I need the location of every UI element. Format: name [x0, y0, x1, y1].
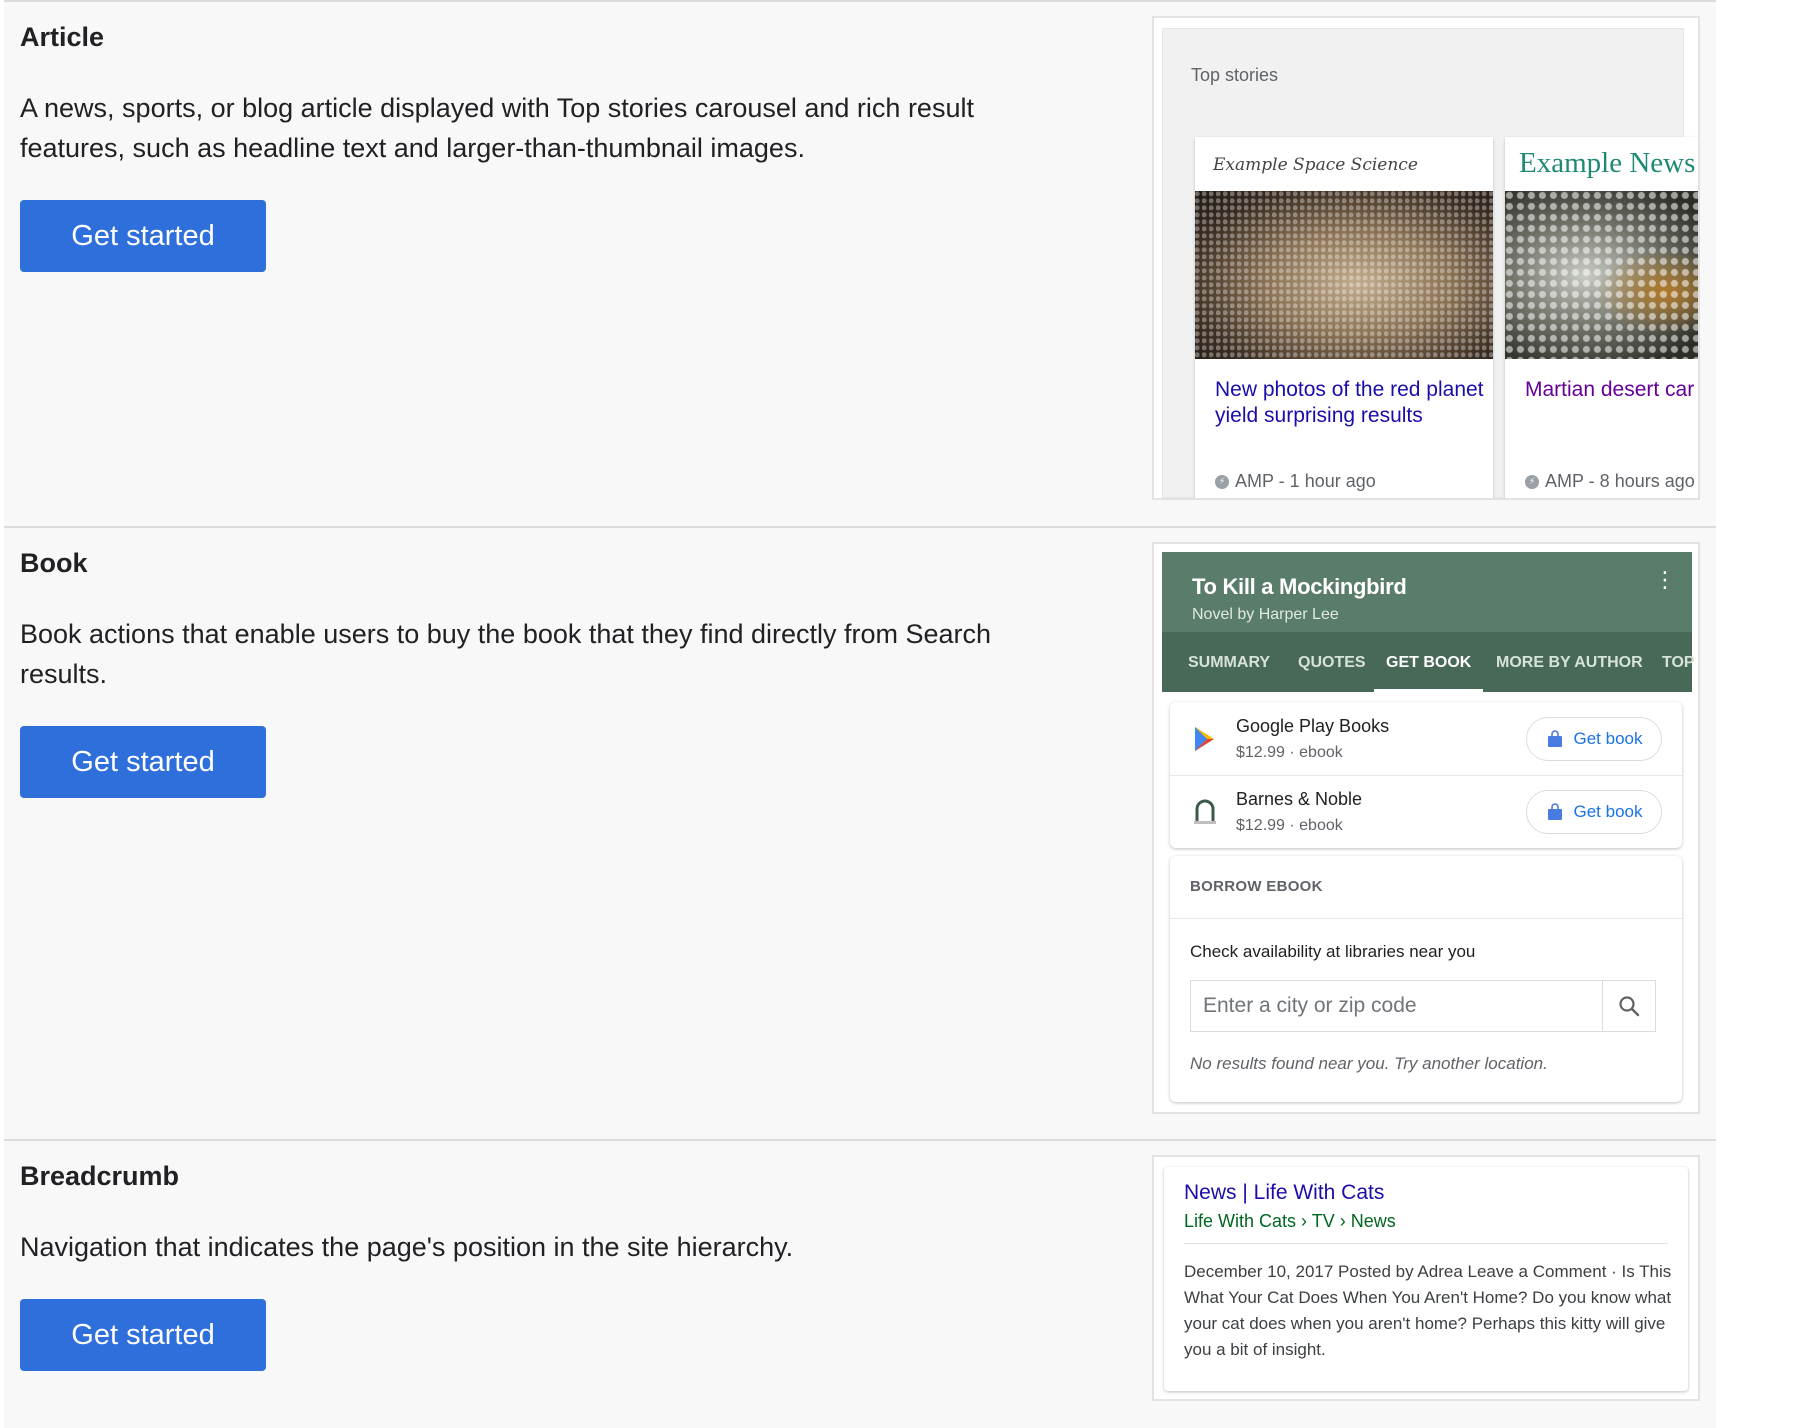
book-tabs: SUMMARY QUOTES GET BOOK MORE BY AUTHOR T… [1162, 632, 1695, 692]
search-result-card: News | Life With Cats Life With Cats › T… [1164, 1167, 1688, 1391]
result-snippet: December 10, 2017 Posted by Adrea Leave … [1184, 1262, 1672, 1359]
amp-icon: ⚡ [1215, 474, 1229, 489]
kebab-menu-icon[interactable]: ⋮ [1654, 569, 1676, 591]
retailer-list: Google Play Books $12.99 · ebook Get boo… [1170, 702, 1682, 848]
top-stories-panel: Top stories Example Space Science New ph… [1162, 28, 1698, 498]
book-title: To Kill a Mockingbird [1192, 574, 1407, 599]
publisher-name: Example News [1519, 147, 1696, 179]
tab-quotes[interactable]: QUOTES [1298, 632, 1366, 692]
tab-top[interactable]: TOP [1662, 632, 1695, 692]
section-title: Article [20, 22, 105, 52]
story-meta-text: AMP - 8 hours ago [1545, 471, 1695, 491]
section-description: Navigation that indicates the page's pos… [20, 1232, 794, 1262]
section-description: Book actions that enable users to buy th… [20, 619, 992, 689]
get-book-label: Get book [1573, 802, 1643, 821]
story-headline-text: Martian desert car food for explorers [1525, 378, 1698, 401]
book-subtitle: Novel by Harper Lee [1192, 606, 1339, 623]
result-title-link[interactable]: News | Life With Cats [1184, 1181, 1384, 1205]
availability-label: Check availability at libraries near you [1190, 942, 1476, 961]
amp-icon: ⚡ [1525, 474, 1539, 489]
library-search-button[interactable] [1602, 980, 1656, 1032]
divider [1184, 1243, 1668, 1244]
story-headline[interactable]: Martian desert car food for explorers [1525, 377, 1698, 403]
shopping-bag-icon [1547, 803, 1562, 820]
retailer-row: Barnes & Noble $12.99 · ebook Get book [1170, 775, 1682, 848]
book-preview: To Kill a Mockingbird Novel by Harper Le… [1152, 542, 1700, 1114]
article-get-started-button[interactable]: Get started [20, 200, 266, 272]
breadcrumb-get-started-button[interactable]: Get started [20, 1299, 266, 1371]
story-meta: ⚡ AMP - 1 hour ago [1215, 471, 1376, 492]
retailer-name: Barnes & Noble [1236, 789, 1363, 809]
top-stories-label: Top stories [1191, 65, 1279, 85]
retailer-price: $12.99 · ebook [1236, 744, 1343, 761]
get-book-label: Get book [1573, 729, 1643, 748]
breadcrumb-path[interactable]: Life With Cats › TV › News [1184, 1211, 1396, 1232]
book-get-started-button[interactable]: Get started [20, 726, 266, 798]
section-title: Breadcrumb [20, 1161, 180, 1191]
story-thumbnail [1505, 191, 1698, 359]
book-knowledge-header: To Kill a Mockingbird Novel by Harper Le… [1162, 552, 1695, 692]
barnes-noble-icon [1194, 799, 1216, 824]
no-results-message: No results found near you. Try another l… [1190, 1054, 1548, 1073]
tab-summary[interactable]: SUMMARY [1188, 632, 1270, 692]
google-play-icon [1195, 727, 1214, 751]
section-description: A news, sports, or blog article displaye… [20, 93, 974, 163]
shopping-bag-icon [1547, 730, 1562, 747]
breadcrumb-preview: News | Life With Cats Life With Cats › T… [1152, 1155, 1700, 1401]
article-preview: Top stories Example Space Science New ph… [1152, 16, 1700, 500]
story-meta: ⚡ AMP - 8 hours ago [1525, 471, 1695, 492]
divider [1170, 918, 1682, 919]
search-icon [1619, 996, 1640, 1017]
retailer-name: Google Play Books [1236, 716, 1390, 736]
story-meta-text: AMP - 1 hour ago [1235, 471, 1376, 491]
story-card[interactable]: Example Space Science New photos of the … [1195, 137, 1493, 498]
get-book-button[interactable]: Get book [1526, 717, 1662, 761]
story-headline[interactable]: New photos of the red planet yield surpr… [1215, 377, 1485, 429]
publisher-name: Example Space Science [1213, 155, 1418, 175]
city-zip-input[interactable] [1190, 980, 1602, 1032]
borrow-title: BORROW EBOOK [1190, 878, 1323, 895]
get-book-button[interactable]: Get book [1526, 790, 1662, 834]
story-thumbnail [1195, 191, 1493, 359]
section-title: Book [20, 548, 88, 578]
story-card[interactable]: Example News Martian desert car food for… [1505, 137, 1698, 498]
tab-get-book[interactable]: GET BOOK [1374, 632, 1484, 692]
retailer-price: $12.99 · ebook [1236, 817, 1343, 834]
tab-more-by-author[interactable]: MORE BY AUTHOR [1496, 632, 1643, 692]
retailer-row: Google Play Books $12.99 · ebook Get boo… [1170, 702, 1682, 776]
borrow-ebook-card: BORROW EBOOK Check availability at libra… [1170, 856, 1682, 1102]
